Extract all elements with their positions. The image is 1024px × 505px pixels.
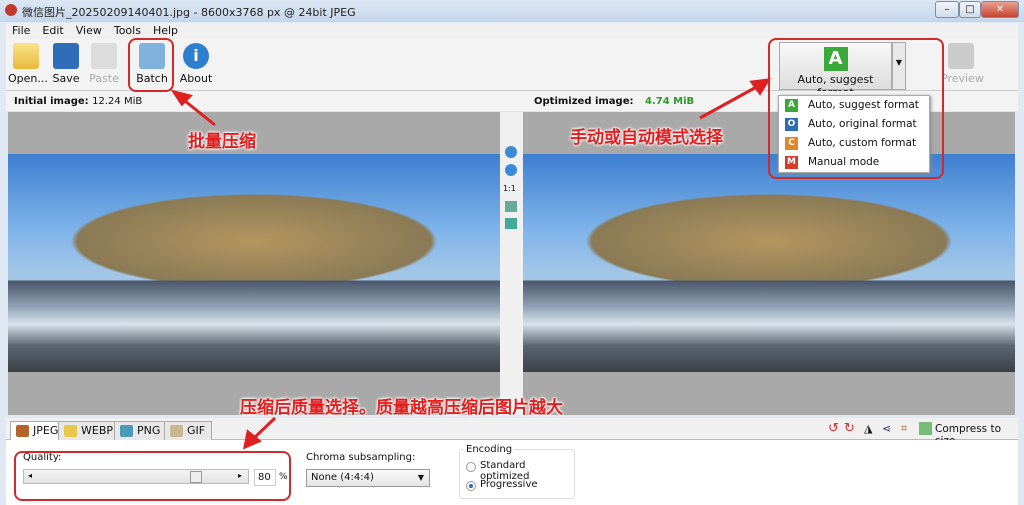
annotation-arrows <box>170 78 771 450</box>
mode-arrowhead <box>749 78 771 96</box>
mode-arrow <box>699 83 761 120</box>
